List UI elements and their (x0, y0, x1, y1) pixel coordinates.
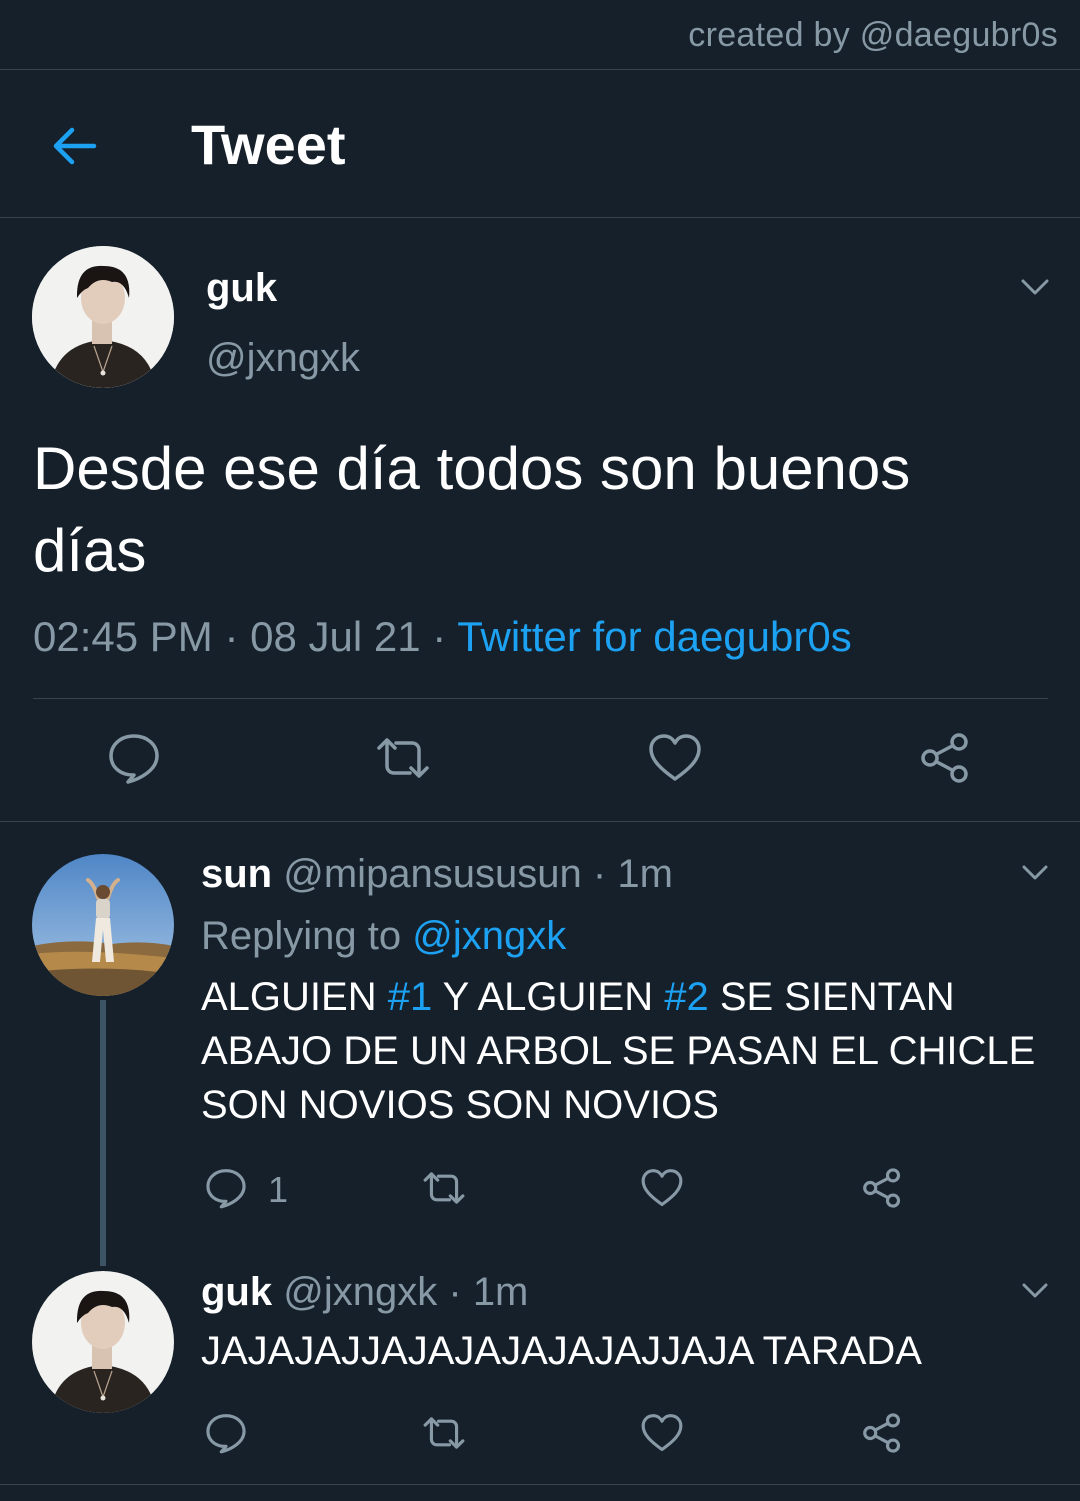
hashtag-link[interactable]: #2 (664, 975, 709, 1019)
thread-line (100, 1000, 106, 1266)
reply-header: sun @mipansususun · 1m (201, 852, 673, 897)
meta-separator: · (448, 1270, 462, 1314)
actions-divider (33, 698, 1048, 699)
tweet-time: 02:45 PM (33, 613, 213, 660)
reply-time: 1m (472, 1270, 529, 1314)
chevron-down-icon[interactable] (1018, 855, 1052, 889)
reply-icon[interactable] (204, 1166, 248, 1210)
hashtag-link[interactable]: #1 (388, 975, 433, 1019)
top-divider (0, 69, 1080, 70)
credit-text: created by @daegubr0s (688, 16, 1058, 54)
avatar[interactable] (32, 246, 174, 388)
meta-separator: · (224, 613, 239, 660)
reply-text: JAJAJAJJAJAJAJAJAJAJJAJA TARADA (201, 1329, 922, 1373)
reply-icon[interactable] (204, 1411, 248, 1455)
reply-author-handle[interactable]: @mipansususun (283, 852, 582, 896)
reply-author-name[interactable]: sun (201, 852, 272, 896)
like-icon[interactable] (647, 730, 703, 786)
back-arrow-icon[interactable] (48, 120, 100, 172)
reply-author-name[interactable]: guk (201, 1270, 272, 1314)
chevron-down-icon[interactable] (1016, 268, 1054, 306)
retweet-icon[interactable] (422, 1411, 466, 1455)
reply-text: ALGUIEN #1 Y ALGUIEN #2 SE SIENTAN ABAJO… (201, 970, 1061, 1132)
tweet-date: 08 Jul 21 (250, 613, 421, 660)
tweet-text: Desde ese día todos son buenos días (33, 435, 911, 584)
tweet-source-link[interactable]: Twitter for daegubr0s (457, 613, 852, 660)
retweet-icon[interactable] (375, 730, 431, 786)
header-divider (0, 217, 1080, 218)
replying-label: Replying to (201, 914, 402, 958)
meta-separator: · (432, 613, 447, 660)
page-title: Tweet (191, 113, 346, 176)
avatar[interactable] (32, 854, 174, 996)
author-handle[interactable]: @jxngxk (206, 336, 360, 381)
reply-text-part: Y ALGUIEN (432, 975, 665, 1019)
reply-text-part: ALGUIEN (201, 975, 388, 1019)
tweet-meta: 02:45 PM · 08 Jul 21 · Twitter for daegu… (33, 613, 852, 661)
like-icon[interactable] (640, 1166, 684, 1210)
chevron-down-icon[interactable] (1018, 1273, 1052, 1307)
bottom-divider (0, 1484, 1080, 1485)
reply-count: 1 (268, 1169, 289, 1210)
reply-header: guk @jxngxk · 1m (201, 1270, 528, 1315)
share-icon[interactable] (860, 1166, 904, 1210)
reply-time: 1m (617, 852, 673, 896)
reply-icon[interactable] (106, 730, 162, 786)
like-icon[interactable] (640, 1411, 684, 1455)
avatar[interactable] (32, 1271, 174, 1413)
meta-separator: · (592, 852, 607, 896)
share-icon[interactable] (917, 730, 973, 786)
author-name[interactable]: guk (206, 266, 277, 311)
tweet-divider (0, 821, 1080, 822)
retweet-icon[interactable] (422, 1166, 466, 1210)
share-icon[interactable] (860, 1411, 904, 1455)
replying-to: Replying to @jxngxk (201, 914, 566, 959)
reply-author-handle[interactable]: @jxngxk (283, 1270, 437, 1314)
replying-to-link[interactable]: @jxngxk (412, 914, 566, 958)
